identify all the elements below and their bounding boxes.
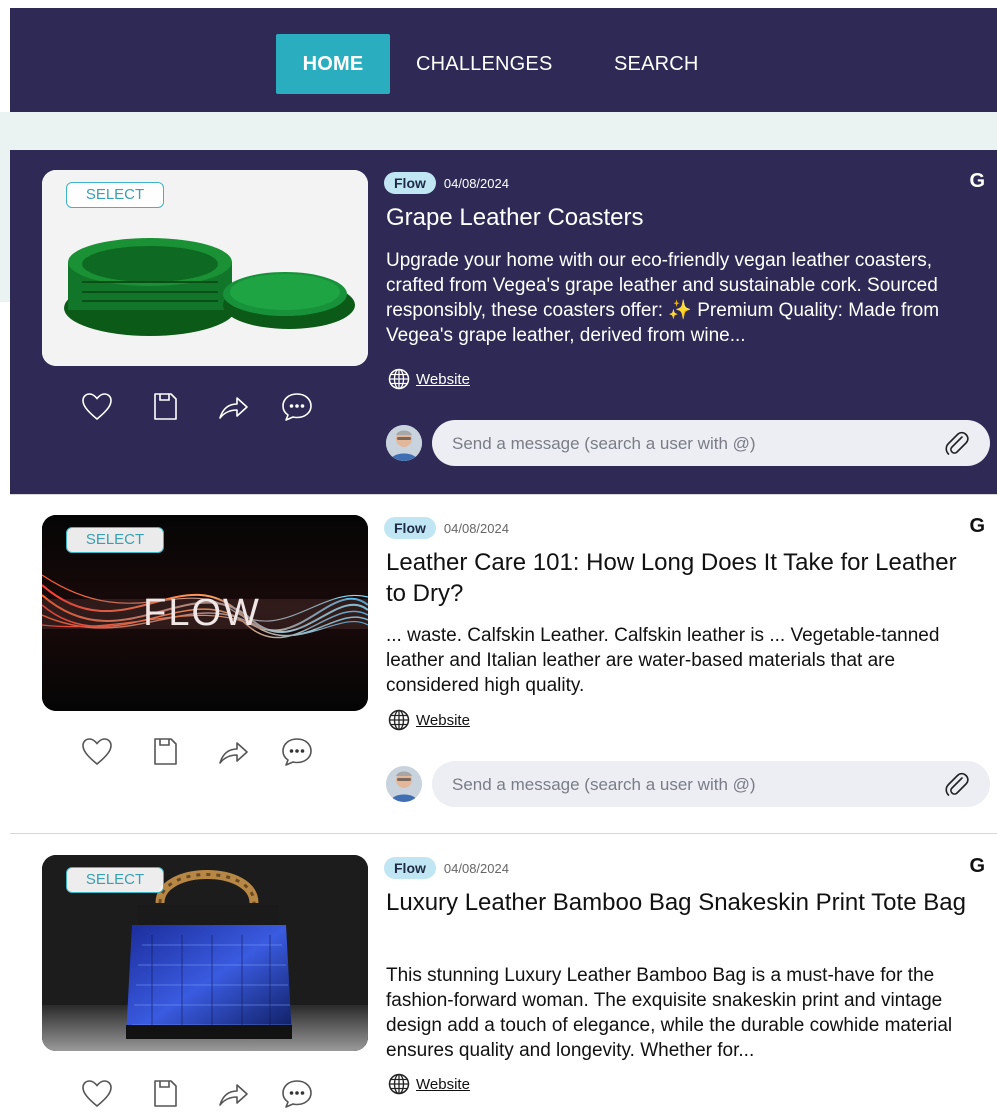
nav-search-tab[interactable]: SEARCH <box>614 34 699 94</box>
heart-icon[interactable] <box>80 735 114 769</box>
card-meta: Flow 04/08/2024 <box>384 172 509 196</box>
save-icon[interactable] <box>148 1077 182 1111</box>
card-image[interactable]: SELECT <box>42 855 368 1051</box>
comment-icon[interactable] <box>280 390 314 424</box>
user-avatar <box>386 425 422 461</box>
message-input-container <box>432 761 990 809</box>
post-date: 04/08/2024 <box>443 520 509 536</box>
select-badge[interactable]: SELECT <box>66 182 164 208</box>
save-icon[interactable] <box>148 735 182 769</box>
save-icon[interactable] <box>148 390 182 424</box>
google-source-icon: G <box>969 515 985 537</box>
post-date: 04/08/2024 <box>443 175 509 191</box>
website-link-row: Website <box>388 1073 470 1095</box>
card-description: Upgrade your home with our eco-friendly … <box>386 250 940 346</box>
card-actions <box>80 735 320 769</box>
share-icon[interactable] <box>216 390 250 424</box>
card-actions <box>80 1077 320 1111</box>
card-image[interactable]: SELECT <box>42 170 368 366</box>
message-input[interactable] <box>450 761 934 809</box>
feed-card: FLOW SELECT Flow 04/08/2024 G Leather Car… <box>10 495 997 833</box>
card-title[interactable]: Leather Care 101: How Long Does It Take … <box>386 547 976 609</box>
flow-tag: Flow <box>384 172 436 194</box>
card-divider <box>10 833 997 834</box>
post-date: 04/08/2024 <box>443 860 509 876</box>
website-link-row: Website <box>388 709 470 731</box>
nav-challenges-tab[interactable]: CHALLENGES <box>416 34 553 94</box>
attachment-icon[interactable] <box>944 431 970 457</box>
message-row <box>386 761 990 809</box>
share-icon[interactable] <box>216 1077 250 1111</box>
card-title[interactable]: Luxury Leather Bamboo Bag Snakeskin Prin… <box>386 887 976 918</box>
message-input-container <box>432 420 990 468</box>
google-source-icon: G <box>969 170 985 192</box>
card-description: This stunning Luxury Leather Bamboo Bag … <box>386 965 953 1061</box>
globe-icon <box>388 1073 410 1095</box>
card-meta: Flow 04/08/2024 <box>384 857 509 881</box>
card-meta: Flow 04/08/2024 <box>384 517 509 541</box>
card-description: ... waste. Calfskin Leather. Calfskin le… <box>386 625 940 696</box>
message-row <box>386 420 990 468</box>
message-input[interactable] <box>450 420 934 468</box>
globe-icon <box>388 368 410 390</box>
feed-card: SELECT Flow 04/08/2024 G Luxury Leather B… <box>10 835 997 1108</box>
flow-tag: Flow <box>384 857 436 879</box>
comment-icon[interactable] <box>280 1077 314 1111</box>
website-link[interactable]: Website <box>416 371 470 388</box>
flow-image-text: FLOW <box>143 592 261 634</box>
flow-tag: Flow <box>384 517 436 539</box>
heart-icon[interactable] <box>80 1077 114 1111</box>
website-link[interactable]: Website <box>416 712 470 729</box>
nav-home-tab[interactable]: HOME <box>276 34 390 94</box>
google-source-icon: G <box>969 855 985 877</box>
share-icon[interactable] <box>216 735 250 769</box>
heart-icon[interactable] <box>80 390 114 424</box>
top-navbar: HOME CHALLENGES SEARCH <box>10 8 997 112</box>
select-badge[interactable]: SELECT <box>66 527 164 553</box>
card-title[interactable]: Grape Leather Coasters <box>386 202 976 233</box>
select-badge[interactable]: SELECT <box>66 867 164 893</box>
card-image[interactable]: FLOW SELECT <box>42 515 368 711</box>
card-actions <box>80 390 320 424</box>
top-strip <box>0 0 997 8</box>
comment-icon[interactable] <box>280 735 314 769</box>
website-link-row: Website <box>388 368 470 390</box>
attachment-icon[interactable] <box>944 772 970 798</box>
user-avatar <box>386 766 422 802</box>
website-link[interactable]: Website <box>416 1076 470 1093</box>
feed-card: SELECT Flow 04/08/2024 G Grape Leather Co… <box>10 150 997 494</box>
globe-icon <box>388 709 410 731</box>
